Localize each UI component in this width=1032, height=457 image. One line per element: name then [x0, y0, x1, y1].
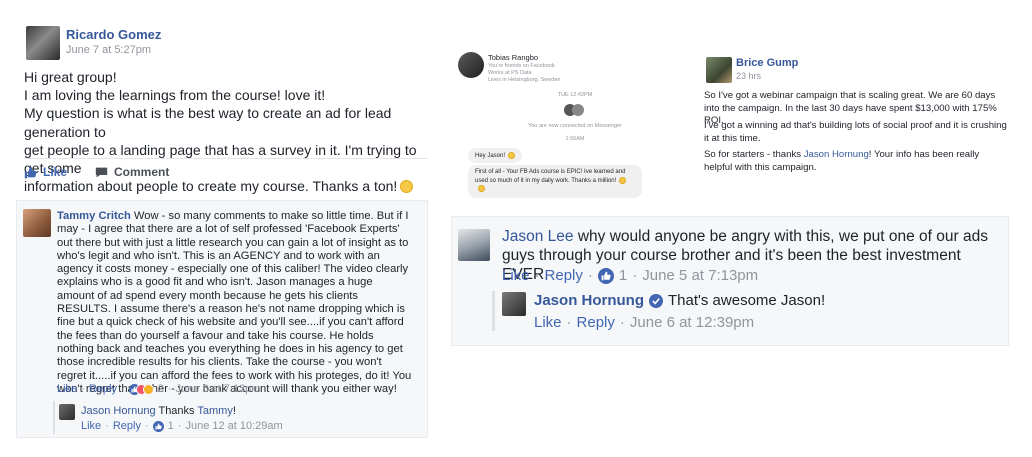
post-mention[interactable]: Jason Hornung [804, 149, 869, 160]
comment-timestamp[interactable]: June 8 at 7:13pm [175, 383, 260, 395]
comment-button[interactable]: Comment [95, 165, 169, 179]
comment-text: Wow - so many comments to make so little… [57, 210, 412, 395]
reply-thread-line [53, 401, 55, 434]
divider [24, 158, 428, 159]
avatar[interactable] [458, 52, 484, 78]
contact-info: You're friends on Facebook Works at PS D… [488, 63, 560, 84]
post-line-last: information about people to create my co… [24, 177, 424, 195]
post-line: information about people to create my co… [24, 178, 398, 195]
comment-author[interactable]: Tammy Critch [57, 210, 131, 222]
connected-notice: You are now connected on Messenger [528, 123, 622, 129]
contact-info-line: Works at PS Data [488, 70, 532, 76]
comment-author[interactable]: Jason Lee [502, 228, 574, 245]
avatar[interactable] [458, 229, 490, 261]
avatar[interactable] [26, 26, 60, 60]
reply-meta: Like · Reply · 1 · June 12 at 10:29am [81, 420, 283, 432]
reply-thread-line [492, 291, 495, 331]
comment-reply-link[interactable]: Reply [545, 267, 583, 284]
contact-name[interactable]: Tobias Rangbo [488, 53, 538, 62]
reply-mention[interactable]: Tammy [197, 405, 232, 417]
messenger-conversation: Tobias Rangbo You're friends on Facebook… [452, 44, 698, 198]
reaction-count: 2 [157, 383, 164, 395]
reaction-icons[interactable] [128, 383, 154, 395]
comment-label: Comment [114, 165, 170, 179]
comment-body: Tammy Critch Wow - so many comments to m… [57, 210, 412, 396]
post-author[interactable]: Brice Gump [736, 57, 798, 69]
like-button[interactable]: Like [24, 165, 67, 179]
reply-timestamp[interactable]: June 12 at 10:29am [185, 420, 282, 432]
group-post: Ricardo Gomez June 7 at 5:27pm Hi great … [16, 16, 432, 194]
reply-body: Jason Hornung Thanks Tammy! [81, 405, 236, 417]
reply-meta: Like · Reply · June 6 at 12:39pm [534, 314, 755, 331]
post-timestamp[interactable]: June 7 at 5:27pm [66, 44, 151, 56]
thumbs-up-icon [24, 166, 37, 178]
post-actions: Like Comment [24, 165, 169, 179]
reaction-count: 1 [618, 267, 628, 284]
comment-timestamp[interactable]: June 5 at 7:13pm [642, 267, 758, 284]
reply-like-link[interactable]: Like [534, 314, 562, 331]
reply-text: That's awesome Jason! [668, 292, 826, 309]
smile-emoji-icon [478, 185, 485, 192]
avatar[interactable] [59, 404, 75, 420]
like-label: Like [43, 165, 68, 179]
reply-like-link[interactable]: Like [81, 420, 101, 432]
avatar[interactable] [23, 209, 51, 237]
message-bubble: Hey Jason! [468, 148, 523, 163]
reply-reply-link[interactable]: Reply [113, 420, 141, 432]
post-paragraph: So for starters - thanks Jason Hornung! … [704, 149, 1010, 174]
reply-text: Thanks [158, 405, 195, 417]
comment-like-link[interactable]: Like [57, 383, 77, 395]
post-line: Hi great group! [24, 69, 117, 85]
smile-emoji-icon [619, 176, 627, 184]
message-text: First of all - Your FB Ads course is EPI… [475, 169, 626, 184]
testimonial-post: Brice Gump 23 hrs So I've got a webinar … [698, 50, 1018, 190]
comment-reply-link[interactable]: Reply [89, 383, 117, 395]
comment-meta: Like · Reply · 2 · June 8 at 7:13pm [57, 383, 261, 395]
post-line: My question is what is the best way to c… [24, 105, 392, 140]
message-bubble: First of all - Your FB Ads course is EPI… [468, 165, 642, 198]
post-paragraph: I've got a winning ad that's building lo… [704, 120, 1007, 144]
like-reaction-icon[interactable] [597, 267, 614, 284]
post-line: I am loving the learnings from the cours… [24, 87, 326, 104]
avatar[interactable] [706, 57, 732, 83]
angry-reaction-icon [142, 383, 154, 395]
avatar[interactable] [502, 292, 526, 316]
post-author[interactable]: Ricardo Gomez [66, 27, 161, 42]
reply-reply-link[interactable]: Reply [577, 314, 615, 331]
post-timestamp[interactable]: 23 hrs [736, 71, 761, 81]
comment-thread: Tammy Critch Wow - so many comments to m… [16, 200, 428, 438]
connected-avatars-icon [564, 104, 584, 116]
reply-author[interactable]: Jason Hornung [534, 292, 644, 309]
reaction-count: 1 [167, 420, 174, 432]
comment-meta: Like · Reply · 1 · June 5 at 7:13pm [502, 267, 759, 284]
comment-thread: Jason Lee why would anyone be angry with… [451, 216, 1009, 346]
smile-emoji-icon [400, 180, 414, 194]
reply-timestamp[interactable]: June 6 at 12:39pm [630, 314, 754, 331]
reply-text-suffix: ! [232, 405, 236, 417]
message-time: 1:56AM [565, 136, 585, 142]
contact-info-line: Lives in Helsingborg, Sweden [488, 77, 561, 83]
message-text: Hey Jason! [475, 153, 506, 159]
like-reaction-icon[interactable] [152, 420, 164, 432]
post-text: So for starters - thanks [704, 149, 802, 160]
reply-author[interactable]: Jason Hornung [81, 405, 156, 417]
comment-icon [95, 167, 108, 177]
conversation-date: TUE 12:42PM [557, 92, 593, 98]
smile-emoji-icon [508, 152, 516, 159]
verified-badge-icon [649, 293, 664, 308]
reply-body: Jason Hornung That's awesome Jason! [534, 292, 825, 309]
contact-info-line: You're friends on Facebook [488, 63, 555, 69]
comment-like-link[interactable]: Like [502, 267, 530, 284]
